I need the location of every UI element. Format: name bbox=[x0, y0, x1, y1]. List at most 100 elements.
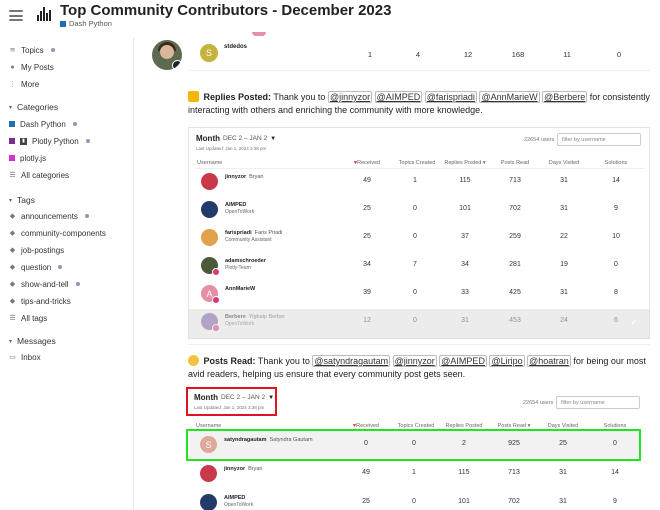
column-header[interactable]: Posts Read bbox=[490, 160, 540, 166]
plotly-logo-icon[interactable] bbox=[37, 7, 51, 21]
sidebar-item-tag-community-components[interactable]: ◆ community-components bbox=[9, 227, 106, 239]
sidebar-item-tag-job-postings[interactable]: ◆ job-postings bbox=[9, 244, 64, 256]
column-header[interactable]: Replies Posted ▾ bbox=[440, 160, 490, 166]
username[interactable]: adamschroeder bbox=[225, 258, 269, 264]
tag-icon: ◆ bbox=[9, 280, 16, 288]
topic-category[interactable]: Dash Python bbox=[60, 19, 112, 28]
category-label: Dash Python bbox=[69, 19, 112, 28]
stat-posts-read: 168 bbox=[511, 50, 525, 59]
leaderboard-screenshot-replies: Month DEC 2 – JAN 2 ▼ Last Updated: Jan … bbox=[188, 127, 650, 339]
column-header[interactable]: Days Visited bbox=[539, 160, 589, 166]
table-row: S stdedos 1 4 12 168 11 0 bbox=[192, 32, 652, 72]
sidebar-item-my-posts[interactable]: ● My Posts bbox=[9, 61, 54, 73]
user-title: Community Assistant bbox=[225, 237, 272, 243]
sidebar-section-categories[interactable]: ▾ Categories bbox=[9, 102, 58, 112]
username[interactable]: farispriadi Faris Priadi bbox=[225, 230, 282, 236]
sidebar-item-all-tags[interactable]: ☰ All tags bbox=[9, 312, 47, 324]
scroll-fade-overlay: ✓ bbox=[188, 309, 650, 339]
table-row[interactable]: farispriadi Faris Priadi Community Assista… bbox=[189, 226, 649, 250]
column-header[interactable]: Solutions bbox=[591, 160, 641, 166]
posts-read-paragraph: Posts Read: Thank you to @satyndragautam… bbox=[188, 355, 646, 379]
stat-posts-read: 281 bbox=[509, 261, 521, 268]
user-icon: ● bbox=[10, 63, 15, 71]
username[interactable]: stdedos bbox=[224, 44, 247, 50]
sidebar-item-plotly-js[interactable]: plotly.js bbox=[9, 152, 46, 164]
filter-input[interactable]: filter by username bbox=[557, 133, 641, 146]
username[interactable]: AIMPED bbox=[224, 495, 248, 501]
username[interactable]: AnnMarieW bbox=[225, 286, 258, 292]
column-header[interactable]: ♥Received bbox=[342, 160, 392, 166]
hamburger-menu-icon[interactable] bbox=[9, 10, 23, 21]
stat-days-visited: 19 bbox=[560, 261, 568, 268]
table-row[interactable]: jinnyzor Bryan 49 1 115 713 31 14 bbox=[188, 462, 648, 486]
chevron-down-icon: ▾ bbox=[9, 197, 13, 204]
mention-link[interactable]: @farispriadi bbox=[424, 91, 477, 103]
avatar[interactable]: A bbox=[201, 285, 220, 304]
sidebar: ≋ Topics ● My Posts ⋮ More ▾ Categories … bbox=[0, 38, 134, 510]
sidebar-item-topics[interactable]: ≋ Topics bbox=[9, 44, 55, 56]
stat-replies-posted: 34 bbox=[461, 261, 469, 268]
stat-solutions: 14 bbox=[612, 177, 620, 184]
avatar-partial bbox=[252, 32, 266, 36]
username[interactable]: jinnyzor Bryan bbox=[224, 466, 262, 472]
filter-input[interactable]: filter by username bbox=[556, 396, 640, 409]
mention-link[interactable]: @jinnyzor bbox=[392, 355, 437, 367]
avatar[interactable] bbox=[201, 173, 218, 190]
sidebar-section-messages[interactable]: ▾ Messages bbox=[9, 336, 56, 346]
username[interactable]: jinnyzor Bryan bbox=[225, 174, 263, 180]
avatar[interactable] bbox=[201, 201, 218, 218]
sidebar-item-inbox[interactable]: ▭ Inbox bbox=[9, 351, 40, 363]
sidebar-item-tag-announcements[interactable]: ◆ announcements bbox=[9, 210, 89, 222]
table-row[interactable]: jinnyzor Bryan 49 1 115 713 31 14 bbox=[189, 170, 649, 194]
sidebar-item-tag-tips-and-tricks[interactable]: ◆ tips-and-tricks bbox=[9, 295, 71, 307]
table-row[interactable]: AIMPED OpenToWork 25 0 101 702 31 9 bbox=[189, 198, 649, 222]
sidebar-section-tags[interactable]: ▾ Tags bbox=[9, 195, 35, 205]
stat-solutions: 0 bbox=[616, 50, 622, 59]
table-row[interactable]: A AnnMarieW 39 0 33 425 31 8 bbox=[189, 282, 649, 306]
table-row[interactable]: AIMPED OpenToWork 25 0 101 702 31 9 bbox=[188, 491, 648, 510]
stat-replies-posted: 33 bbox=[461, 289, 469, 296]
mention-link[interactable]: @AIMPED bbox=[374, 91, 423, 103]
mention-link[interactable]: @Liripo bbox=[489, 355, 525, 367]
sidebar-item-tag-question[interactable]: ◆ question bbox=[9, 261, 63, 273]
tag-icon: ◆ bbox=[9, 229, 16, 237]
category-color-icon bbox=[60, 20, 66, 27]
lightning-icon bbox=[188, 91, 199, 102]
sidebar-item-dash-python[interactable]: Dash Python bbox=[9, 118, 77, 130]
column-header[interactable]: Topics Created bbox=[392, 160, 442, 166]
mention-link[interactable]: @AIMPED bbox=[439, 355, 487, 367]
table-row[interactable]: adamschroeder Plotly Team 34 7 34 281 19 0 bbox=[189, 254, 649, 278]
mention-link[interactable]: @hoatran bbox=[527, 355, 571, 367]
stat-solutions: 9 bbox=[613, 498, 617, 505]
avatar[interactable] bbox=[201, 257, 220, 276]
period-selector[interactable]: Month DEC 2 – JAN 2 ▼ bbox=[196, 134, 276, 143]
category-color-icon bbox=[9, 121, 15, 127]
mention-link[interactable]: @Berbere bbox=[542, 91, 588, 103]
stat-replies-posted: 101 bbox=[458, 498, 470, 505]
post-body: S stdedos 1 4 12 168 11 0 Replies Posted… bbox=[140, 32, 660, 510]
sidebar-item-tag-show-and-tell[interactable]: ◆ show-and-tell bbox=[9, 278, 80, 290]
mention-link[interactable]: @satyndragautam bbox=[312, 355, 391, 367]
stat-days-visited: 31 bbox=[560, 177, 568, 184]
username[interactable]: AIMPED bbox=[225, 202, 249, 208]
mention-link[interactable]: @jinnyzor bbox=[327, 91, 373, 103]
sidebar-item-more[interactable]: ⋮ More bbox=[9, 78, 39, 90]
avatar[interactable] bbox=[200, 465, 217, 482]
author-badge-icon bbox=[172, 60, 182, 70]
avatar[interactable] bbox=[201, 229, 218, 246]
stat-replies-posted: 37 bbox=[461, 233, 469, 240]
topic-title[interactable]: Top Community Contributors - December 20… bbox=[60, 2, 391, 19]
sidebar-item-all-categories[interactable]: ☰ All categories bbox=[9, 169, 69, 181]
caret-down-icon: ▼ bbox=[270, 135, 277, 142]
avatar[interactable]: S bbox=[200, 44, 218, 62]
post-author-avatar[interactable] bbox=[152, 40, 182, 70]
stat-received: 25 bbox=[363, 205, 371, 212]
column-header[interactable]: Username bbox=[197, 160, 247, 166]
user-badge-icon bbox=[212, 296, 220, 304]
sidebar-item-plotly-python[interactable]: ▮ Plotly Python bbox=[9, 135, 90, 147]
stat-posts-read: 702 bbox=[509, 205, 521, 212]
last-updated: Last Updated: Jan 1, 2024 3:38 pm bbox=[196, 146, 267, 151]
avatar[interactable] bbox=[200, 494, 217, 510]
mention-link[interactable]: @AnnMarieW bbox=[479, 91, 540, 103]
user-count: 22654 users bbox=[524, 137, 555, 143]
